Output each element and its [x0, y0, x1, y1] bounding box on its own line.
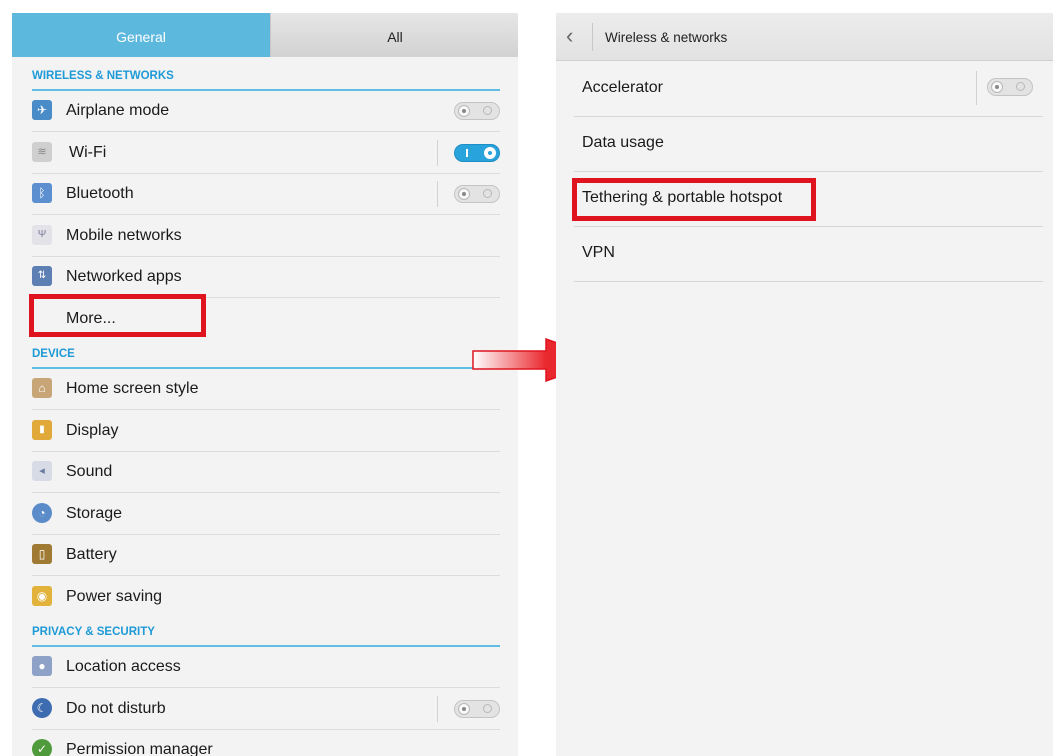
- section-header-privacy: PRIVACY & SECURITY: [32, 625, 500, 647]
- settings-item-sound[interactable]: ◂ Sound: [32, 451, 500, 493]
- settings-item-location-access[interactable]: ● Location access: [32, 646, 500, 688]
- divider: [976, 71, 977, 105]
- divider: [437, 181, 438, 207]
- location-icon: ●: [32, 656, 52, 676]
- antenna-icon: Ψ: [32, 225, 52, 245]
- action-bar: ‹ Wireless & networks: [556, 13, 1053, 61]
- section-header-device: DEVICE: [32, 347, 500, 369]
- settings-item-label: Location access: [66, 658, 181, 675]
- airplane-icon: ✈: [32, 100, 52, 120]
- moon-icon: ☾: [32, 698, 52, 718]
- tab-general[interactable]: General: [12, 13, 270, 57]
- settings-item-label: Airplane mode: [66, 102, 170, 119]
- settings-item-airplane-mode[interactable]: ✈ Airplane mode: [32, 90, 500, 132]
- settings-item-storage[interactable]: ◔ Storage: [32, 493, 500, 535]
- settings-item-power-saving[interactable]: ◉ Power saving: [32, 576, 500, 617]
- settings-item-label: Mobile networks: [66, 227, 182, 244]
- settings-item-display[interactable]: ▮ Display: [32, 410, 500, 452]
- settings-item-wifi[interactable]: ≋ Wi-Fi: [32, 132, 500, 174]
- settings-item-battery[interactable]: ▯ Battery: [32, 534, 500, 576]
- settings-item-label: Permission manager: [66, 741, 213, 756]
- highlight-box-tethering: [572, 178, 816, 221]
- settings-item-label: VPN: [582, 244, 615, 261]
- highlight-box-more: [29, 294, 206, 337]
- divider: [592, 23, 593, 51]
- wifi-icon: ≋: [32, 142, 52, 162]
- settings-panel: General All WIRELESS & NETWORKS ✈ Airpla…: [12, 13, 518, 756]
- do-not-disturb-toggle[interactable]: [454, 700, 500, 718]
- display-icon: ▮: [32, 420, 52, 440]
- settings-item-label: Display: [66, 422, 119, 439]
- settings-item-label: Accelerator: [582, 79, 663, 96]
- storage-icon: ◔: [32, 503, 52, 523]
- settings-item-label: Wi-Fi: [69, 144, 107, 161]
- settings-item-label: Battery: [66, 546, 117, 563]
- settings-item-do-not-disturb[interactable]: ☾ Do not disturb: [32, 688, 500, 730]
- back-chevron-icon[interactable]: ‹: [566, 25, 584, 49]
- network-apps-icon: ⇅: [32, 266, 52, 286]
- settings-item-accelerator[interactable]: Accelerator: [574, 61, 1043, 117]
- settings-item-data-usage[interactable]: Data usage: [574, 116, 1043, 172]
- settings-item-label: Do not disturb: [66, 700, 166, 717]
- settings-item-home-screen-style[interactable]: ⌂ Home screen style: [32, 368, 500, 410]
- bluetooth-toggle[interactable]: [454, 185, 500, 203]
- divider: [437, 696, 438, 722]
- settings-item-label: Data usage: [582, 134, 664, 151]
- settings-item-label: Power saving: [66, 588, 163, 605]
- wireless-networks-panel: ‹ Wireless & networks Accelerator Data u…: [556, 13, 1053, 756]
- speaker-icon: ◂: [32, 461, 52, 481]
- settings-item-mobile-networks[interactable]: Ψ Mobile networks: [32, 215, 500, 257]
- settings-item-vpn[interactable]: VPN: [574, 226, 1043, 282]
- settings-item-networked-apps[interactable]: ⇅ Networked apps: [32, 256, 500, 298]
- page-title: Wireless & networks: [605, 30, 728, 45]
- battery-icon: ▯: [32, 544, 52, 564]
- tab-all[interactable]: All: [270, 13, 518, 57]
- settings-item-label: Sound: [66, 463, 113, 480]
- accelerator-toggle[interactable]: [987, 78, 1033, 96]
- settings-item-label: Networked apps: [66, 268, 182, 285]
- lightbulb-icon: ◉: [32, 586, 52, 606]
- settings-tabs: General All: [12, 13, 518, 57]
- home-icon: ⌂: [32, 378, 52, 398]
- settings-item-permission-manager[interactable]: ✓ Permission manager: [32, 729, 500, 756]
- settings-item-bluetooth[interactable]: ᛒ Bluetooth: [32, 173, 500, 215]
- settings-item-label: Home screen style: [66, 380, 199, 397]
- section-header-wireless: WIRELESS & NETWORKS: [32, 69, 500, 91]
- divider: [437, 140, 438, 166]
- settings-item-label: Storage: [66, 505, 123, 522]
- settings-item-label: Bluetooth: [66, 185, 134, 202]
- permission-icon: ✓: [32, 739, 52, 756]
- wifi-toggle[interactable]: [454, 144, 500, 162]
- airplane-mode-toggle[interactable]: [454, 102, 500, 120]
- bluetooth-icon: ᛒ: [32, 183, 52, 203]
